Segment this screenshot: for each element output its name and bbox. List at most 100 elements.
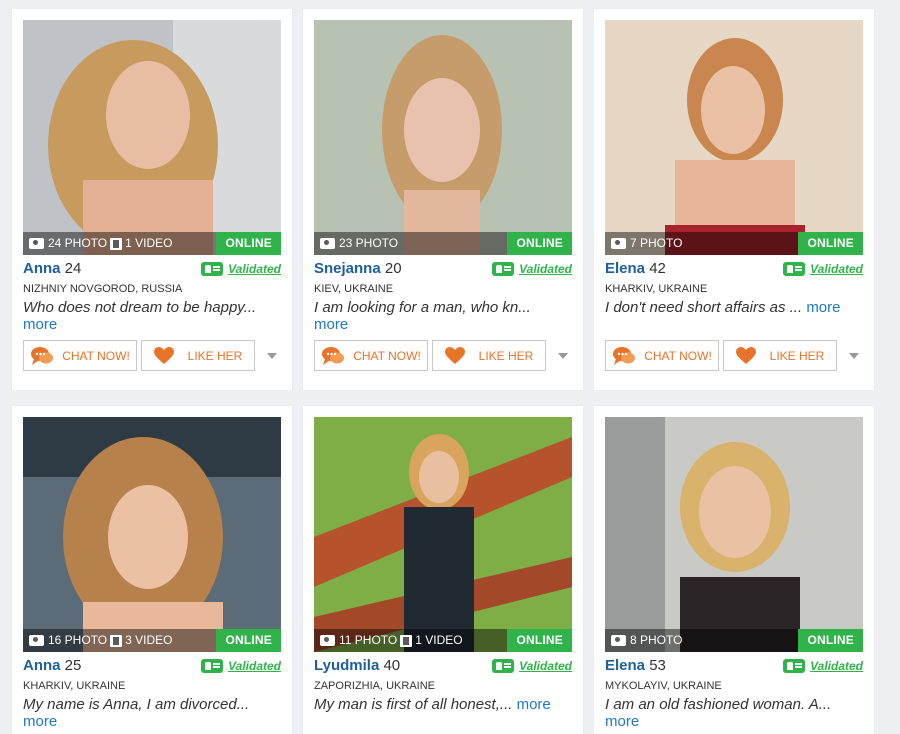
more-link[interactable]: more — [23, 713, 57, 730]
profile-name-link[interactable]: Snejanna — [314, 260, 381, 277]
chat-now-label: CHAT NOW! — [644, 348, 712, 363]
profile-photo[interactable]: 24 PHOTO 1 VIDEO ONLINE — [23, 20, 281, 255]
profile-photo[interactable]: 11 PHOTO 1 VIDEO ONLINE — [314, 417, 572, 652]
photo-count: 24 PHOTO — [48, 236, 108, 250]
validated-badge-icon — [492, 262, 515, 276]
profile-card: 16 PHOTO 3 VIDEO ONLINE Anna 25 Validate… — [12, 406, 292, 734]
film-icon — [400, 634, 413, 647]
profile-photo[interactable]: 7 PHOTO ONLINE — [605, 20, 863, 255]
card-actions: CHAT NOW! LIKE HER — [314, 340, 572, 372]
name-age: Anna 24 — [23, 260, 81, 277]
more-link[interactable]: more — [23, 316, 57, 333]
more-link[interactable]: more — [314, 316, 348, 333]
profile-description: My man is first of all honest,... more — [314, 696, 572, 713]
description-text: I am an old fashioned woman. A... — [605, 696, 832, 713]
profile-location: KHARKIV, UKRAINE — [605, 283, 708, 295]
media-info[interactable]: 16 PHOTO 3 VIDEO — [29, 632, 173, 649]
chat-bubble-icon — [613, 346, 636, 365]
validated-link[interactable]: Validated — [783, 659, 863, 673]
name-age: Elena 42 — [605, 260, 666, 277]
more-link[interactable]: more — [517, 696, 551, 713]
more-link[interactable]: more — [806, 299, 840, 316]
profile-card: 23 PHOTO ONLINE Snejanna 20 Validated KI… — [303, 9, 583, 390]
more-link[interactable]: more — [605, 713, 639, 730]
chat-bubble-icon — [31, 346, 54, 365]
profile-photo[interactable]: 23 PHOTO ONLINE — [314, 20, 572, 255]
like-her-button[interactable]: LIKE HER — [432, 340, 546, 371]
like-her-button[interactable]: LIKE HER — [141, 340, 255, 371]
media-info[interactable]: 8 PHOTO — [611, 632, 682, 649]
description-text: I don't need short affairs as ... — [605, 299, 803, 316]
name-age: Elena 53 — [605, 657, 666, 674]
description-text: My man is first of all honest,... — [314, 696, 513, 713]
media-info[interactable]: 24 PHOTO 1 VIDEO — [29, 235, 173, 252]
description-text: My name is Anna, I am divorced... — [23, 696, 250, 713]
photo-image — [314, 20, 572, 255]
validated-link[interactable]: Validated — [492, 659, 572, 673]
video-count: 3 VIDEO — [125, 633, 173, 647]
online-status-badge: ONLINE — [507, 232, 572, 255]
profile-description: I am looking for a man, who kn... more — [314, 299, 572, 333]
validated-badge-icon — [783, 659, 806, 673]
like-her-button[interactable]: LIKE HER — [723, 340, 837, 371]
online-status-badge: ONLINE — [216, 629, 281, 652]
profile-photo[interactable]: 16 PHOTO 3 VIDEO ONLINE — [23, 417, 281, 652]
chat-now-label: CHAT NOW! — [353, 348, 421, 363]
video-count: 1 VIDEO — [125, 236, 173, 250]
media-info[interactable]: 23 PHOTO — [320, 235, 398, 252]
profile-card: 8 PHOTO ONLINE Elena 53 Validated MYKOLA… — [594, 406, 874, 734]
online-status-badge: ONLINE — [507, 629, 572, 652]
photo-count: 7 PHOTO — [630, 236, 683, 250]
camera-icon — [320, 238, 335, 249]
like-her-label: LIKE HER — [478, 348, 534, 363]
online-status-badge: ONLINE — [216, 232, 281, 255]
profile-card: 24 PHOTO 1 VIDEO ONLINE Anna 24 Validate… — [12, 9, 292, 390]
chevron-down-icon[interactable] — [267, 353, 277, 359]
profile-location: KHARKIV, UKRAINE — [23, 680, 126, 692]
profile-age: 20 — [384, 260, 402, 277]
like-her-label: LIKE HER — [187, 348, 243, 363]
chat-now-button[interactable]: CHAT NOW! — [23, 340, 137, 371]
photo-count: 16 PHOTO — [48, 633, 108, 647]
camera-icon — [611, 635, 626, 646]
profile-photo[interactable]: 8 PHOTO ONLINE — [605, 417, 863, 652]
name-age: Snejanna 20 — [314, 260, 402, 277]
photo-image — [605, 417, 863, 652]
card-actions: CHAT NOW! LIKE HER — [23, 340, 281, 372]
profile-card: 11 PHOTO 1 VIDEO ONLINE Lyudmila 40 Vali… — [303, 406, 583, 734]
chat-now-button[interactable]: CHAT NOW! — [605, 340, 719, 371]
profile-location: KIEV, UKRAINE — [314, 283, 394, 295]
description-text: Who does not dream to be happy... — [23, 299, 257, 316]
like-her-label: LIKE HER — [769, 348, 825, 363]
media-info[interactable]: 7 PHOTO — [611, 235, 682, 252]
profile-name-link[interactable]: Lyudmila — [314, 657, 379, 674]
profile-name-link[interactable]: Elena — [605, 260, 645, 277]
validated-label: Validated — [228, 262, 281, 276]
online-status-badge: ONLINE — [798, 629, 863, 652]
profile-age: 40 — [383, 657, 401, 674]
validated-link[interactable]: Validated — [783, 262, 863, 276]
validated-label: Validated — [228, 659, 281, 673]
validated-label: Validated — [810, 262, 863, 276]
photo-count: 11 PHOTO — [339, 633, 398, 647]
validated-badge-icon — [201, 262, 224, 276]
profile-description: My name is Anna, I am divorced... more — [23, 696, 281, 730]
camera-icon — [29, 635, 44, 646]
validated-link[interactable]: Validated — [492, 262, 572, 276]
validated-link[interactable]: Validated — [201, 262, 281, 276]
chat-now-button[interactable]: CHAT NOW! — [314, 340, 428, 371]
photo-image — [23, 20, 281, 255]
chevron-down-icon[interactable] — [558, 353, 568, 359]
photo-image — [314, 417, 572, 652]
chat-now-label: CHAT NOW! — [62, 348, 130, 363]
photo-image — [23, 417, 281, 652]
profile-name-link[interactable]: Anna — [23, 657, 61, 674]
name-age: Anna 25 — [23, 657, 81, 674]
profile-name-link[interactable]: Anna — [23, 260, 61, 277]
profile-age: 42 — [649, 260, 666, 277]
chevron-down-icon[interactable] — [849, 353, 859, 359]
media-info[interactable]: 11 PHOTO 1 VIDEO — [320, 632, 463, 649]
profile-name-link[interactable]: Elena — [605, 657, 645, 674]
validated-link[interactable]: Validated — [201, 659, 281, 673]
photo-count: 8 PHOTO — [630, 633, 683, 647]
